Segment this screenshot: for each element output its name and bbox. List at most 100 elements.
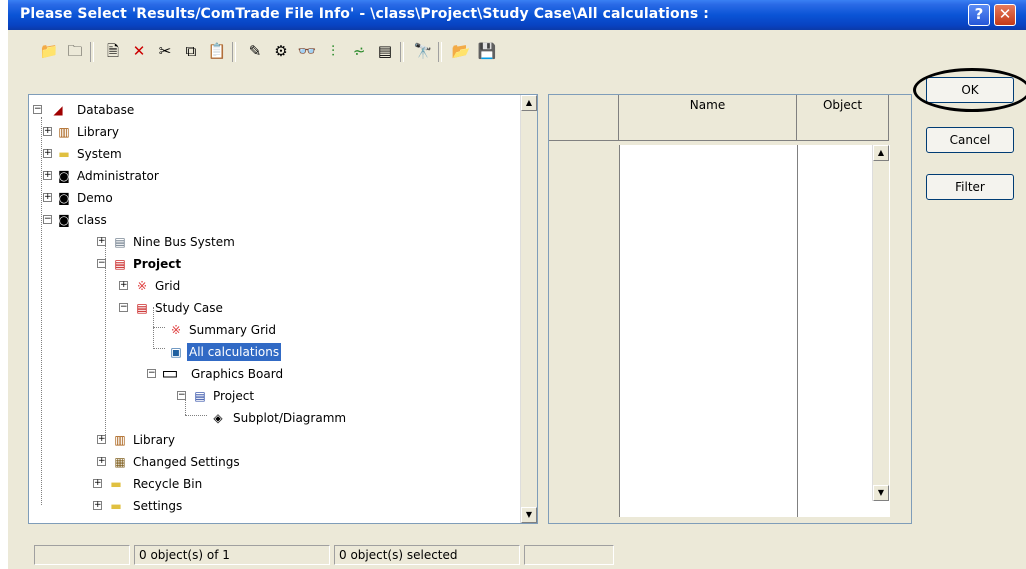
settings-folder-icon: ▦ bbox=[114, 455, 126, 469]
expand-icon[interactable]: + bbox=[93, 501, 102, 510]
column-header-name[interactable]: Name bbox=[619, 95, 797, 141]
scroll-up-icon[interactable]: ▲ bbox=[521, 95, 537, 111]
tree-line bbox=[153, 327, 165, 328]
node-label: Settings bbox=[133, 499, 183, 513]
node-label: Database bbox=[77, 103, 135, 117]
expand-icon[interactable]: + bbox=[119, 281, 128, 290]
folder-icon: ▬ bbox=[110, 499, 122, 513]
tree-line bbox=[153, 307, 154, 349]
status-cell-empty bbox=[524, 545, 614, 565]
new-object-icon[interactable]: 🗎 bbox=[102, 40, 124, 62]
expand-icon[interactable]: + bbox=[93, 479, 102, 488]
grid-icon: ※ bbox=[136, 279, 148, 293]
object-grid[interactable]: Name Object ▲ ▼ bbox=[548, 94, 912, 524]
project-icon: ▤ bbox=[114, 235, 126, 249]
status-selected: 0 object(s) selected bbox=[334, 545, 520, 565]
node-label: Study Case bbox=[155, 301, 223, 315]
open-icon[interactable]: 📂 bbox=[450, 40, 472, 62]
toolbar-separator bbox=[400, 42, 404, 62]
project-icon: ▤ bbox=[114, 257, 126, 271]
toolbar: 📁 🗀 🗎 ✕ ✂ ⧉ 📋 ✎ ⚙ 👓 ⫶ ⩫ ▤ 🔭 📂 💾 bbox=[38, 36, 688, 68]
save-icon[interactable]: 💾 bbox=[476, 40, 498, 62]
cut-icon[interactable]: ✂ bbox=[154, 40, 176, 62]
tree-line bbox=[153, 348, 165, 349]
library-icon: ▥ bbox=[58, 125, 70, 139]
database-icon: ◢ bbox=[53, 103, 63, 117]
grid-icon: ※ bbox=[170, 323, 182, 337]
toolbar-separator bbox=[438, 42, 442, 62]
collapse-icon[interactable]: − bbox=[147, 369, 156, 378]
expand-icon[interactable]: + bbox=[43, 127, 52, 136]
detail-icon[interactable]: ▤ bbox=[374, 40, 396, 62]
toolbar-separator bbox=[90, 42, 94, 62]
help-button[interactable]: ? bbox=[968, 4, 990, 26]
cancel-button[interactable]: Cancel bbox=[926, 127, 1014, 153]
collapse-icon[interactable]: − bbox=[43, 215, 52, 224]
close-button[interactable]: ✕ bbox=[994, 4, 1016, 26]
page-icon: ▤ bbox=[194, 389, 206, 403]
delete-icon[interactable]: ✕ bbox=[128, 40, 150, 62]
collapse-icon[interactable]: − bbox=[119, 303, 128, 312]
expand-icon[interactable]: + bbox=[43, 193, 52, 202]
window-title: Please Select 'Results/ComTrade File Inf… bbox=[20, 6, 709, 22]
status-bar: 0 object(s) of 1 0 object(s) selected bbox=[34, 545, 614, 565]
scroll-down-icon[interactable]: ▼ bbox=[521, 507, 537, 523]
folder-icon: ▬ bbox=[58, 147, 70, 161]
node-label: Recycle Bin bbox=[133, 477, 203, 491]
grid-corner bbox=[549, 95, 619, 141]
node-label: class bbox=[77, 213, 107, 227]
user-icon: ◙ bbox=[58, 191, 70, 205]
tree-line bbox=[185, 415, 207, 416]
copy-icon[interactable]: ⧉ bbox=[180, 40, 202, 62]
find-icon[interactable]: 🔭 bbox=[412, 40, 434, 62]
edit-icon[interactable]: ✎ bbox=[244, 40, 266, 62]
grid-body[interactable] bbox=[619, 145, 890, 517]
column-header-object[interactable]: Object bbox=[797, 95, 889, 141]
ok-button[interactable]: OK bbox=[926, 77, 1014, 103]
status-cell-empty bbox=[34, 545, 130, 565]
expand-icon[interactable]: + bbox=[97, 435, 106, 444]
expand-icon[interactable]: + bbox=[97, 237, 106, 246]
node-label: Nine Bus System bbox=[133, 235, 235, 249]
folder-icon: ▬ bbox=[110, 477, 122, 491]
diagram-icon: ◈ bbox=[213, 411, 223, 425]
grid-scrollbar[interactable]: ▲ ▼ bbox=[872, 145, 889, 501]
node-label: Graphics Board bbox=[191, 367, 284, 381]
node-label: Administrator bbox=[77, 169, 159, 183]
paste-icon[interactable]: 📋 bbox=[206, 40, 228, 62]
calculations-icon: ▣ bbox=[170, 345, 182, 359]
node-label-selected: All calculations bbox=[187, 343, 282, 361]
node-label: Library bbox=[77, 125, 119, 139]
collapse-icon[interactable]: − bbox=[177, 391, 186, 400]
collapse-icon[interactable]: − bbox=[97, 259, 106, 268]
node-label: Project bbox=[213, 389, 255, 403]
tree-scrollbar[interactable]: ▲ ▼ bbox=[520, 95, 537, 523]
node-label: System bbox=[77, 147, 122, 161]
chart-icon[interactable]: ⩫ bbox=[348, 40, 370, 62]
expand-icon[interactable]: + bbox=[43, 149, 52, 158]
node-label: Grid bbox=[155, 279, 181, 293]
expand-icon[interactable]: + bbox=[97, 457, 106, 466]
tree-line bbox=[105, 241, 106, 441]
database-tree[interactable]: − ◢ Database + ▥ Library + ▬ System + ◙ … bbox=[28, 94, 538, 524]
title-bar[interactable]: Please Select 'Results/ComTrade File Inf… bbox=[8, 0, 1026, 30]
node-label: Changed Settings bbox=[133, 455, 240, 469]
scroll-down-icon[interactable]: ▼ bbox=[873, 485, 889, 501]
node-label: Subplot/Diagramm bbox=[233, 411, 347, 425]
user-icon: ◙ bbox=[58, 169, 70, 183]
node-label: Demo bbox=[77, 191, 113, 205]
folder-up-icon[interactable]: 📁 bbox=[38, 40, 60, 62]
collapse-icon[interactable]: − bbox=[33, 105, 42, 114]
scroll-up-icon[interactable]: ▲ bbox=[873, 145, 889, 161]
folder-icon[interactable]: 🗀 bbox=[64, 40, 86, 62]
filter-icon[interactable]: ⫶ bbox=[322, 40, 344, 62]
status-count: 0 object(s) of 1 bbox=[134, 545, 330, 565]
settings-icon[interactable]: ⚙ bbox=[270, 40, 292, 62]
filter-button[interactable]: Filter bbox=[926, 174, 1014, 200]
view-icon[interactable]: 👓 bbox=[296, 40, 318, 62]
expand-icon[interactable]: + bbox=[43, 171, 52, 180]
column-header-label: Name bbox=[689, 98, 726, 112]
graphics-board-icon: ▭ bbox=[161, 363, 179, 384]
node-label: Library bbox=[133, 433, 175, 447]
node-label: Project bbox=[133, 257, 182, 271]
